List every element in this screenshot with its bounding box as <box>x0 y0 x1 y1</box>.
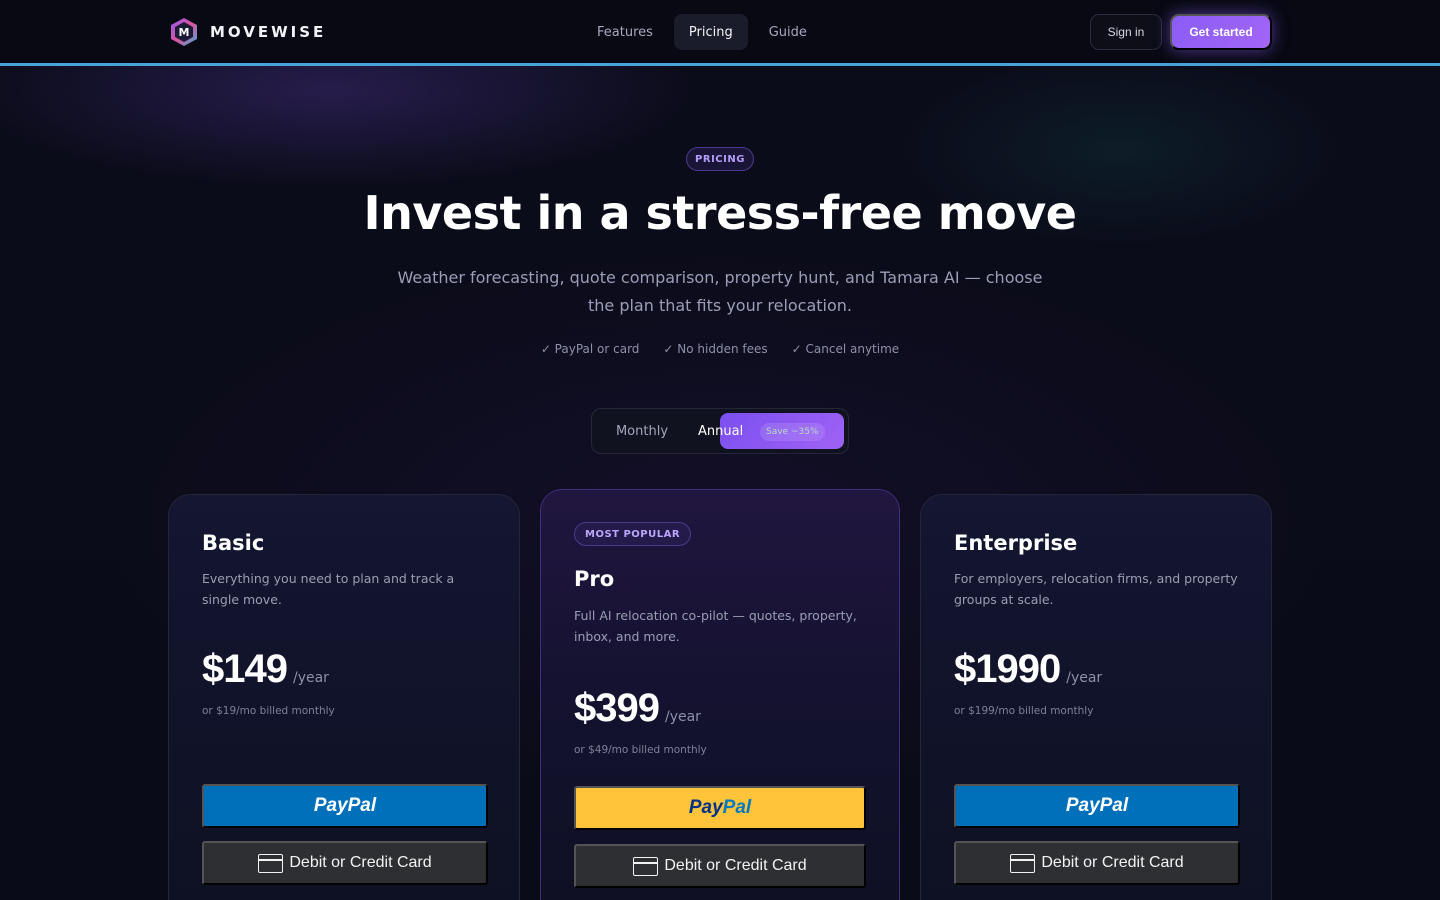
card-button-label: Debit or Credit Card <box>289 854 432 871</box>
price-period: /year <box>664 709 701 725</box>
plan-card-pro: MOST POPULAR Pro Full AI relocation co-p… <box>540 489 900 900</box>
plan-card-basic: Basic Everything you need to plan and tr… <box>168 494 520 900</box>
card-button-label: Debit or Credit Card <box>664 857 807 874</box>
monthly-option[interactable]: Monthly <box>592 409 692 453</box>
plan-price: $149 /year <box>202 647 329 692</box>
plan-name: Enterprise <box>954 531 1078 555</box>
check-paypal-or-card: ✓ PayPal or card <box>540 342 640 356</box>
card-payment-button[interactable]: Debit or Credit Card <box>202 841 488 885</box>
price-note: or $19/mo billed monthly <box>202 705 335 717</box>
paypal-button[interactable]: PayPal <box>202 784 488 828</box>
card-payment-button[interactable]: Debit or Credit Card <box>574 844 866 888</box>
price-value: $1990 <box>954 647 1061 691</box>
check-no-hidden-fees: ✓ No hidden fees <box>663 342 768 356</box>
page-subtitle: Weather forecasting, quote comparison, p… <box>397 268 1043 315</box>
brand-logo[interactable]: M MOVEWISE <box>170 17 326 47</box>
most-popular-badge: MOST POPULAR <box>574 522 692 546</box>
top-nav: M MOVEWISE Features Pricing Guide Sign i… <box>0 0 1440 66</box>
credit-card-icon <box>258 853 284 873</box>
price-value: $399 <box>574 686 660 730</box>
nav-links: Features Pricing Guide <box>582 14 822 50</box>
credit-card-icon <box>633 856 659 876</box>
credit-card-icon <box>1010 853 1036 873</box>
plan-description: For employers, relocation firms, and pro… <box>954 571 1238 607</box>
save-badge: Save ~35% <box>760 423 825 441</box>
plan-name: Basic <box>202 531 265 555</box>
price-note: or $49/mo billed monthly <box>574 744 707 756</box>
nav-features-link[interactable]: Features <box>582 14 668 50</box>
plan-price: $1990 /year <box>954 647 1102 692</box>
plan-name: Pro <box>574 567 615 591</box>
billing-toggle: Monthly Annual Save ~35% <box>591 408 849 454</box>
plan-description: Everything you need to plan and track a … <box>202 571 455 607</box>
price-note: or $199/mo billed monthly <box>954 705 1094 717</box>
card-button-label: Debit or Credit Card <box>1041 854 1184 871</box>
card-payment-button[interactable]: Debit or Credit Card <box>954 841 1240 885</box>
price-period: /year <box>1066 670 1103 686</box>
annual-option[interactable]: Annual <box>698 409 743 453</box>
sign-in-button[interactable]: Sign in <box>1090 14 1162 50</box>
get-started-button[interactable]: Get started <box>1170 14 1272 50</box>
nav-guide-link[interactable]: Guide <box>754 14 822 50</box>
plan-card-enterprise: Enterprise For employers, relocation fir… <box>920 494 1272 900</box>
paypal-button[interactable]: PayPal <box>954 784 1240 828</box>
brand-name: MOVEWISE <box>210 23 327 41</box>
feature-checks: ✓ PayPal or card ✓ No hidden fees ✓ Canc… <box>0 342 1440 356</box>
logo-hexagon-icon: M <box>170 17 198 47</box>
plan-price: $399 /year <box>574 686 701 731</box>
paypal-button[interactable]: PayPal <box>574 786 866 830</box>
page-title: Invest in a stress-free move <box>363 186 1077 240</box>
nav-pricing-link[interactable]: Pricing <box>673 14 748 50</box>
pricing-badge: PRICING <box>686 147 754 171</box>
price-period: /year <box>292 670 329 686</box>
plan-description: Full AI relocation co-pilot — quotes, pr… <box>574 608 857 644</box>
price-value: $149 <box>202 647 288 691</box>
check-cancel-anytime: ✓ Cancel anytime <box>791 342 900 356</box>
